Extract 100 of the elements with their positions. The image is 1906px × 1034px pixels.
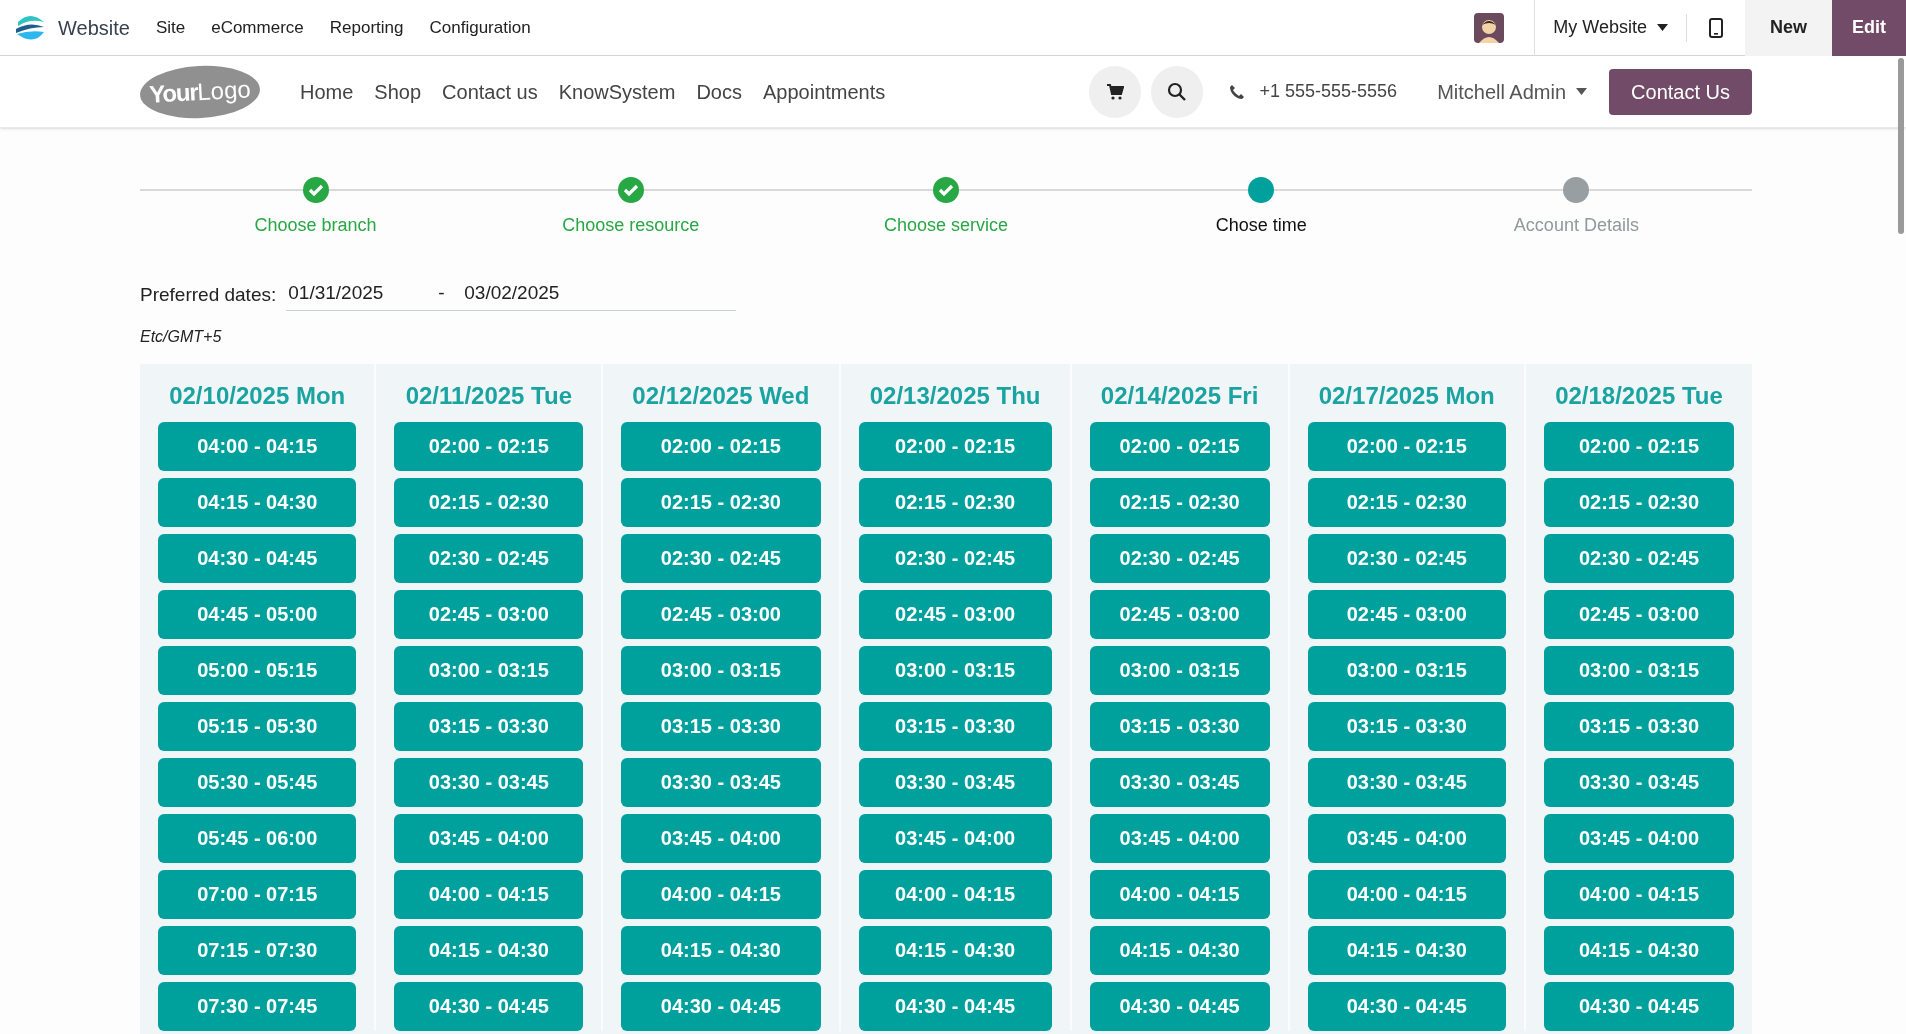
time-slot-button[interactable]: 04:30 - 04:45 [394,981,584,1031]
time-slot-button[interactable]: 03:00 - 03:15 [621,645,821,695]
time-slot-button[interactable]: 02:15 - 02:30 [621,477,821,527]
time-slot-button[interactable]: 03:45 - 04:00 [858,813,1052,863]
website-selector[interactable]: My Website [1535,14,1686,41]
time-slot-button[interactable]: 03:45 - 04:00 [1543,813,1734,863]
time-slot-button[interactable]: 07:30 - 07:45 [158,981,357,1031]
time-slot-button[interactable]: 07:00 - 07:15 [158,869,357,919]
time-slot-button[interactable]: 03:30 - 03:45 [1543,757,1734,807]
time-slot-button[interactable]: 05:30 - 05:45 [158,757,357,807]
time-slot-button[interactable]: 03:30 - 03:45 [1307,757,1506,807]
time-slot-button[interactable]: 02:45 - 03:00 [621,589,821,639]
time-slot-button[interactable]: 02:30 - 02:45 [1089,533,1270,583]
time-slot-button[interactable]: 03:00 - 03:15 [1307,645,1506,695]
time-slot-button[interactable]: 02:30 - 02:45 [858,533,1052,583]
menu-item[interactable]: eCommerce [211,14,304,41]
time-slot-button[interactable]: 03:45 - 04:00 [394,813,584,863]
time-slot-button[interactable]: 03:30 - 03:45 [394,757,584,807]
menu-item[interactable]: Configuration [429,14,531,41]
time-slot-button[interactable]: 02:45 - 03:00 [394,589,584,639]
time-slot-button[interactable]: 02:15 - 02:30 [858,477,1052,527]
time-slot-button[interactable]: 05:15 - 05:30 [158,701,357,751]
time-slot-button[interactable]: 02:00 - 02:15 [1089,421,1270,471]
time-slot-button[interactable]: 02:30 - 02:45 [1307,533,1506,583]
time-slot-button[interactable]: 03:45 - 04:00 [1307,813,1506,863]
preferred-dates-label: Preferred dates: [140,282,277,307]
time-slot-button[interactable]: 02:45 - 03:00 [1543,589,1734,639]
cart-icon [1105,82,1124,101]
time-slot-button[interactable]: 04:15 - 04:30 [621,925,821,975]
time-slot-button[interactable]: 04:00 - 04:15 [158,421,357,471]
nav-link[interactable]: Appointments [763,76,886,107]
time-slot-button[interactable]: 02:30 - 02:45 [394,533,584,583]
time-slot-button[interactable]: 02:15 - 02:30 [1089,477,1270,527]
nav-link[interactable]: Home [300,76,354,107]
time-slot-button[interactable]: 02:15 - 02:30 [394,477,584,527]
time-slot-button[interactable]: 05:45 - 06:00 [158,813,357,863]
time-slot-button[interactable]: 04:30 - 04:45 [1089,981,1270,1031]
edit-button[interactable]: Edit [1832,0,1906,56]
time-slot-button[interactable]: 03:45 - 04:00 [621,813,821,863]
nav-link[interactable]: Contact us [442,76,538,107]
user-menu[interactable]: Mitchell Admin [1437,76,1588,107]
step-label: Choose branch [254,214,377,237]
time-slot-button[interactable]: 04:15 - 04:30 [394,925,584,975]
phone-number[interactable]: +1 555-555-5556 [1259,78,1398,105]
time-slot-button[interactable]: 07:15 - 07:30 [158,925,357,975]
time-slot-button[interactable]: 03:15 - 03:30 [621,701,821,751]
time-slot-button[interactable]: 04:00 - 04:15 [621,869,821,919]
menu-item[interactable]: Site [155,14,186,41]
time-slot-button[interactable]: 03:00 - 03:15 [858,645,1052,695]
time-slot-button[interactable]: 04:00 - 04:15 [394,869,584,919]
time-slot-button[interactable]: 02:30 - 02:45 [621,533,821,583]
scrollbar-thumb[interactable] [1898,58,1904,234]
time-slot-button[interactable]: 03:00 - 03:15 [1089,645,1270,695]
time-slot-button[interactable]: 04:30 - 04:45 [858,981,1052,1031]
time-slot-button[interactable]: 03:15 - 03:30 [1543,701,1734,751]
time-slot-button[interactable]: 02:00 - 02:15 [1543,421,1734,471]
time-slot-button[interactable]: 05:00 - 05:15 [158,645,357,695]
time-slot-button[interactable]: 03:15 - 03:30 [394,701,584,751]
time-slot-button[interactable]: 02:00 - 02:15 [394,421,584,471]
menu-item[interactable]: Reporting [329,14,404,41]
time-slot-button[interactable]: 03:15 - 03:30 [1089,701,1270,751]
nav-link[interactable]: Docs [696,76,742,107]
nav-link[interactable]: KnowSystem [558,76,676,107]
time-slot-button[interactable]: 04:30 - 04:45 [1307,981,1506,1031]
time-slot-button[interactable]: 04:00 - 04:15 [1089,869,1270,919]
time-slot-button[interactable]: 03:30 - 03:45 [858,757,1052,807]
time-slot-button[interactable]: 02:00 - 02:15 [1307,421,1506,471]
time-slot-button[interactable]: 04:15 - 04:30 [858,925,1052,975]
time-slot-button[interactable]: 04:45 - 05:00 [158,589,357,639]
time-slot-button[interactable]: 04:00 - 04:15 [1543,869,1734,919]
new-button[interactable]: New [1745,0,1832,56]
time-slot-button[interactable]: 03:00 - 03:15 [1543,645,1734,695]
time-slot-button[interactable]: 02:30 - 02:45 [1543,533,1734,583]
mobile-preview-icon[interactable] [1709,17,1723,38]
time-slot-button[interactable]: 03:30 - 03:45 [621,757,821,807]
time-slot-button[interactable]: 04:15 - 04:30 [1307,925,1506,975]
time-slot-button[interactable]: 02:45 - 03:00 [1307,589,1506,639]
time-slot-button[interactable]: 04:30 - 04:45 [1543,981,1734,1031]
nav-link[interactable]: Shop [374,76,422,107]
time-slot-button[interactable]: 02:15 - 02:30 [1543,477,1734,527]
time-slot-button[interactable]: 03:15 - 03:30 [1307,701,1506,751]
time-slot-button[interactable]: 03:15 - 03:30 [858,701,1052,751]
time-slot-button[interactable]: 02:15 - 02:30 [1307,477,1506,527]
time-slot-button[interactable]: 02:00 - 02:15 [858,421,1052,471]
time-slot-button[interactable]: 04:30 - 04:45 [621,981,821,1031]
time-slot-button[interactable]: 04:00 - 04:15 [1307,869,1506,919]
time-slot-button[interactable]: 03:00 - 03:15 [394,645,584,695]
time-slot-button[interactable]: 02:45 - 03:00 [858,589,1052,639]
time-slot-button[interactable]: 03:45 - 04:00 [1089,813,1270,863]
time-slot-button[interactable]: 04:15 - 04:30 [1089,925,1270,975]
time-slot-button[interactable]: 04:15 - 04:30 [158,477,357,527]
time-slot-button[interactable]: 04:30 - 04:45 [158,533,357,583]
contact-us-button[interactable]: Contact Us [1609,68,1752,115]
time-slot-button[interactable]: 03:30 - 03:45 [1089,757,1270,807]
time-slot-button[interactable]: 02:45 - 03:00 [1089,589,1270,639]
date-range-field[interactable]: 01/31/2025 - 03/02/2025 [286,279,737,311]
time-slot-button[interactable]: 04:15 - 04:30 [1543,925,1734,975]
time-slot-button[interactable]: 04:00 - 04:15 [858,869,1052,919]
time-slot-button[interactable]: 02:00 - 02:15 [621,421,821,471]
avatar-icon[interactable] [1474,12,1505,43]
